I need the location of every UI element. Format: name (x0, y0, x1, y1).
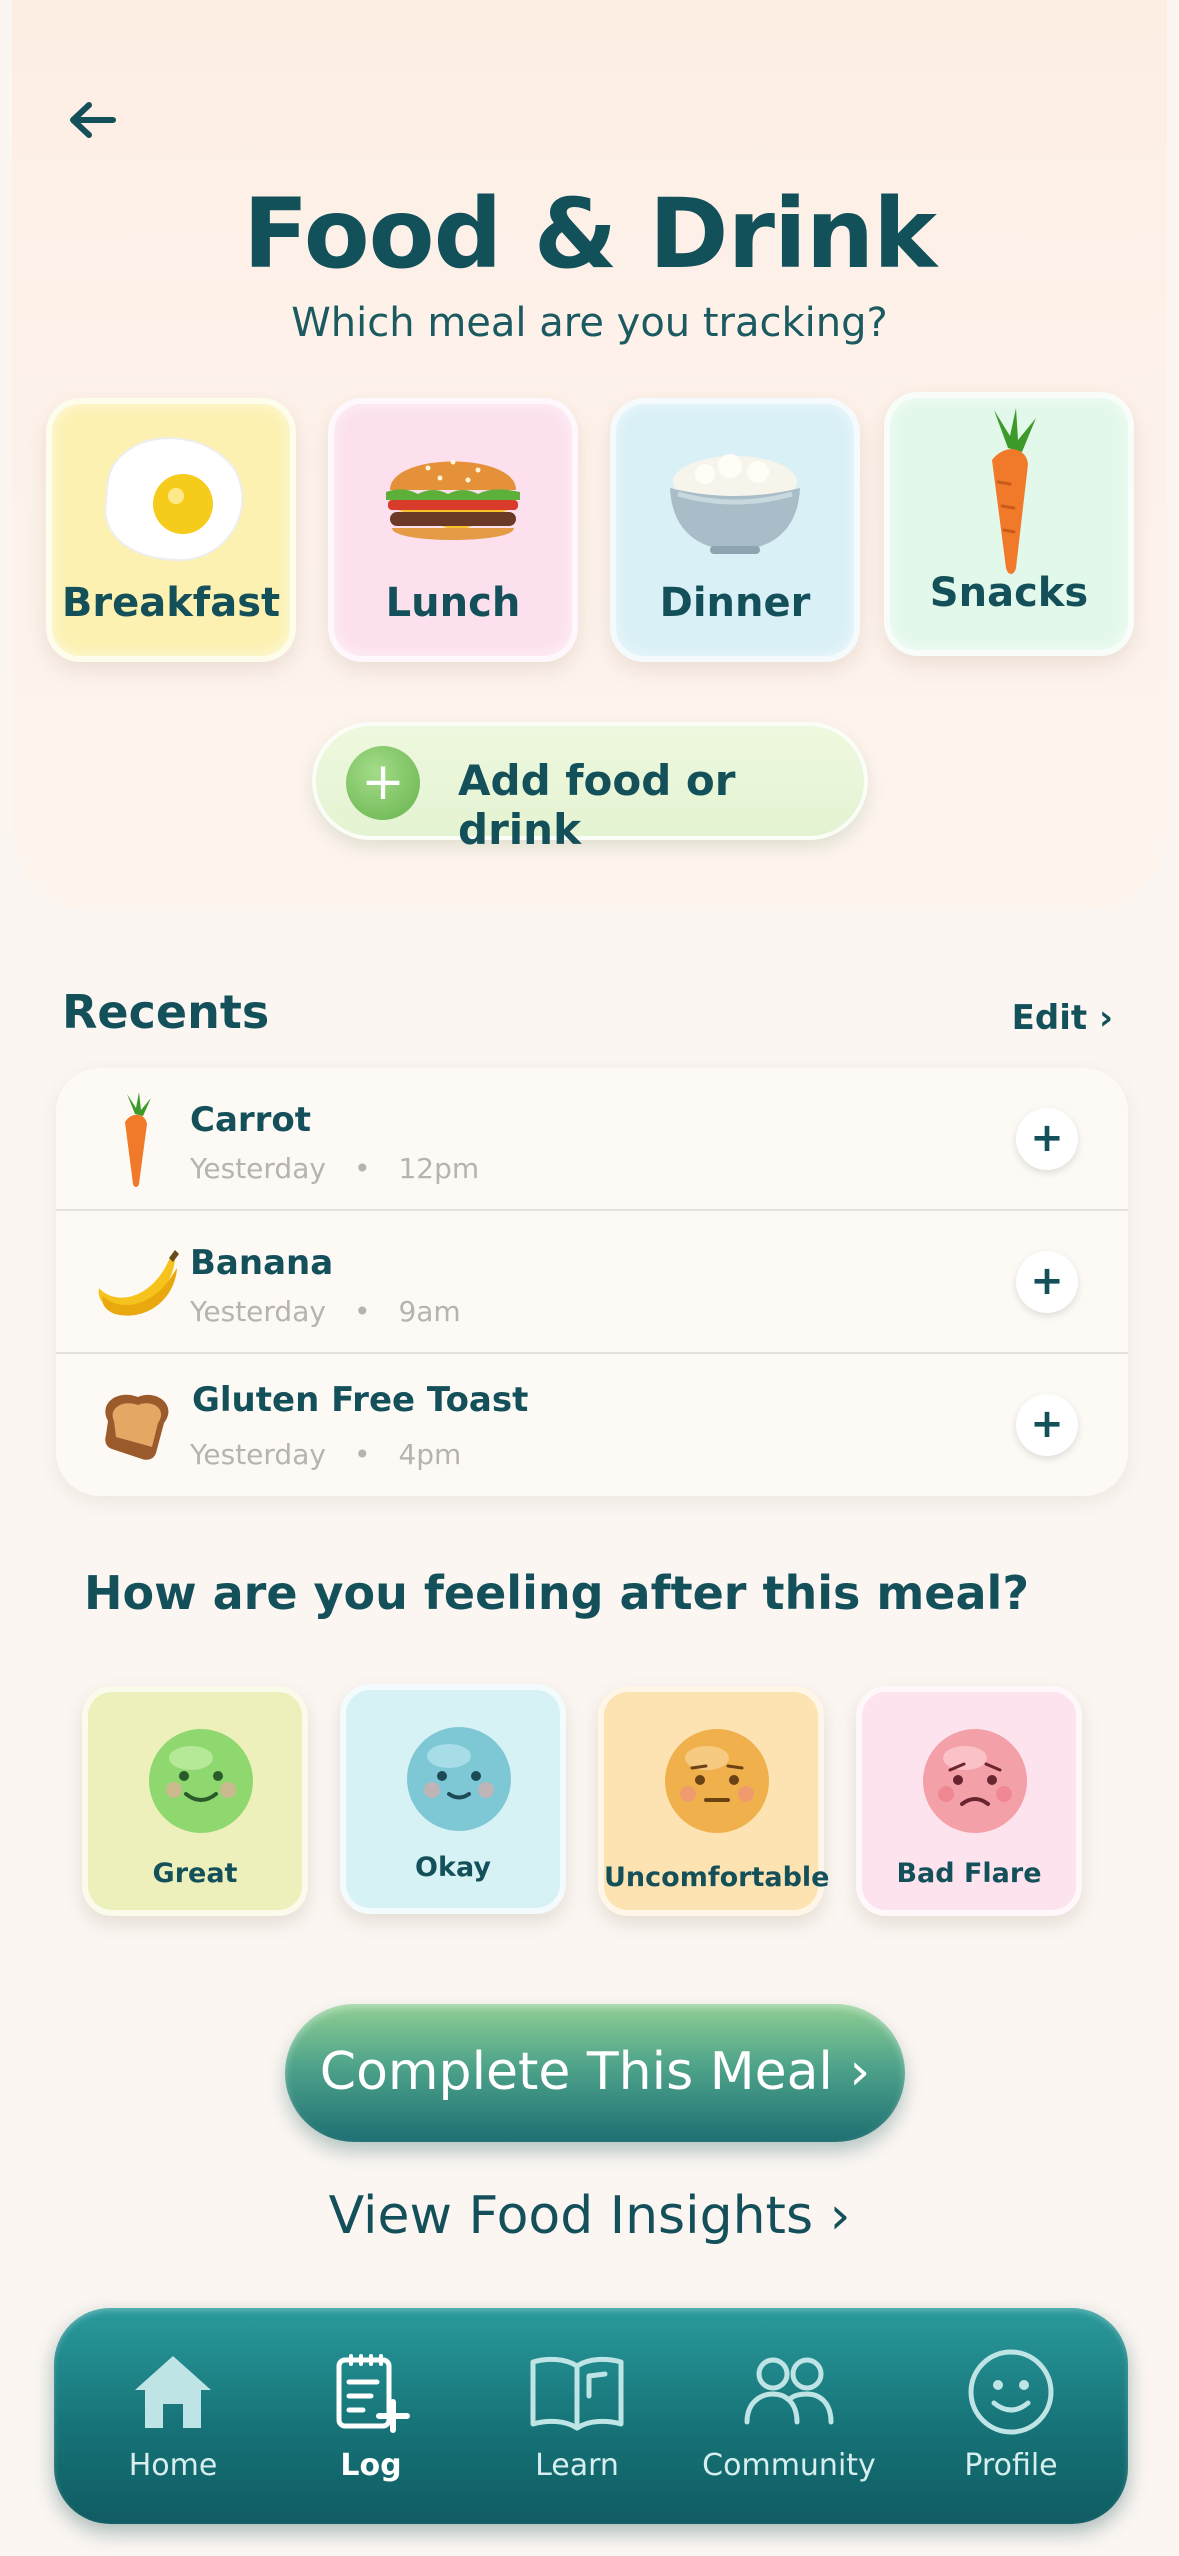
recents-title: Recents (62, 985, 270, 1039)
tab-label: Community (702, 2448, 876, 2483)
recent-item-name: Gluten Free Toast (192, 1380, 529, 1420)
view-food-insights-link[interactable]: View Food Insights › (0, 2186, 1179, 2246)
bottom-tab-bar: Home Log Learn Community Profile (54, 2308, 1128, 2524)
banana-icon (98, 1250, 179, 1316)
burger-icon (386, 459, 520, 540)
recent-item-day: Yesterday (190, 1152, 326, 1185)
book-icon (530, 2356, 624, 2431)
recent-item-meta: Yesterday • 9am (190, 1295, 461, 1328)
mood-label: Bad Flare (896, 1858, 1042, 1889)
tab-home[interactable]: Home (78, 2342, 268, 2502)
recent-item-meta: Yesterday • 12pm (190, 1152, 479, 1185)
mood-option-great[interactable]: Great (82, 1686, 308, 1916)
tab-label: Home (128, 2448, 218, 2483)
plus-icon: + (346, 746, 420, 820)
mood-label: Great (152, 1858, 238, 1889)
tab-log[interactable]: Log (276, 2342, 466, 2502)
add-recent-button[interactable]: + (1016, 1108, 1078, 1170)
tab-learn[interactable]: Learn (482, 2342, 672, 2502)
recent-item-carrot[interactable]: Carrot Yesterday • 12pm + (56, 1068, 1128, 1211)
recent-item-day: Yesterday (190, 1295, 326, 1328)
mood-option-bad-flare[interactable]: Bad Flare (856, 1686, 1082, 1916)
separator-dot: • (353, 1152, 371, 1185)
add-recent-button[interactable]: + (1016, 1251, 1078, 1313)
people-icon (744, 2357, 834, 2425)
recent-item-name: Banana (190, 1243, 334, 1283)
recents-list: Carrot Yesterday • 12pm + Banana Yesterday… (56, 1068, 1128, 1496)
meal-card-dinner[interactable]: Dinner (610, 398, 860, 662)
mood-option-okay[interactable]: Okay (340, 1684, 566, 1914)
home-icon (135, 2356, 211, 2428)
add-food-label: Add food or drink (458, 756, 736, 854)
tab-label: Profile (964, 2448, 1058, 2483)
add-recent-button[interactable]: + (1016, 1394, 1078, 1456)
tab-label: Learn (535, 2448, 619, 2483)
recent-item-time: 9am (398, 1295, 461, 1328)
edit-recents-link[interactable]: Edit › (1012, 998, 1113, 1038)
tab-label: Log (340, 2448, 402, 2483)
back-button[interactable] (60, 92, 124, 148)
clipboard-add-icon (336, 2354, 410, 2433)
fried-egg-icon (104, 437, 244, 562)
tab-profile[interactable]: Profile (916, 2342, 1106, 2502)
sad-face-icon (923, 1729, 1027, 1833)
recent-item-time: 4pm (398, 1438, 462, 1471)
carrot-icon (992, 408, 1036, 574)
mood-label: Uncomfortable (604, 1862, 830, 1893)
feeling-question: How are you feeling after this meal? (84, 1566, 1029, 1620)
carrot-icon (125, 1092, 151, 1187)
recent-item-name: Carrot (190, 1100, 312, 1140)
separator-dot: • (353, 1295, 371, 1328)
meal-label: Dinner (659, 580, 811, 626)
arrow-left-icon (70, 102, 116, 138)
recent-item-banana[interactable]: Banana Yesterday • 9am + (56, 1211, 1128, 1354)
toast-icon (105, 1394, 169, 1460)
recent-item-toast[interactable]: Gluten Free Toast Yesterday • 4pm + (56, 1354, 1128, 1497)
add-food-button[interactable]: + Add food or drink (312, 722, 868, 854)
meal-label: Snacks (929, 570, 1089, 616)
happy-face-icon (149, 1729, 253, 1833)
page-title: Food & Drink (243, 178, 937, 290)
mood-option-uncomfortable[interactable]: Uncomfortable (598, 1686, 830, 1916)
complete-meal-button[interactable]: Complete This Meal › (285, 2004, 905, 2142)
recent-item-day: Yesterday (190, 1438, 326, 1471)
meal-card-snacks[interactable]: Snacks (884, 392, 1134, 656)
rice-bowl-icon (670, 454, 800, 554)
tab-community[interactable]: Community (694, 2342, 884, 2502)
meal-label: Breakfast (61, 580, 281, 626)
content-face-icon (407, 1727, 511, 1831)
meal-card-breakfast[interactable]: Breakfast (46, 398, 296, 662)
recent-item-meta: Yesterday • 4pm (190, 1438, 461, 1471)
recent-item-time: 12pm (398, 1152, 480, 1185)
separator-dot: • (353, 1438, 371, 1471)
smiley-profile-icon (968, 2349, 1054, 2435)
page-subtitle: Which meal are you tracking? (291, 300, 888, 346)
meal-label: Lunch (385, 580, 521, 626)
meal-card-lunch[interactable]: Lunch (328, 398, 578, 662)
mood-label: Okay (415, 1852, 491, 1883)
neutral-face-icon (665, 1729, 769, 1833)
